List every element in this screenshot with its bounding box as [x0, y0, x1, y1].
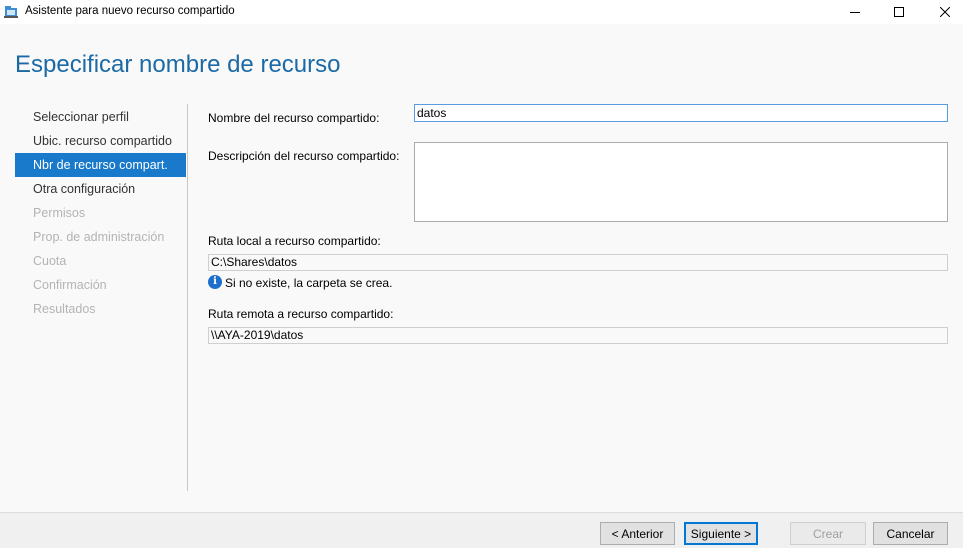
title-bar: Asistente para nuevo recurso compartido	[0, 0, 963, 24]
share-name-input[interactable]: datos	[414, 104, 948, 122]
info-icon: i	[208, 275, 222, 289]
window-title: Asistente para nuevo recurso compartido	[25, 5, 235, 17]
nav-item-confirmacion: Confirmación	[33, 278, 107, 292]
wizard-step-nav: Seleccionar perfil Ubic. recurso compart…	[15, 105, 186, 321]
nav-item-nombre-recurso[interactable]: Nbr de recurso compart.	[15, 153, 186, 177]
minimize-button[interactable]	[832, 0, 878, 24]
remote-path-field[interactable]: \\AYA-2019\datos	[208, 327, 948, 344]
nav-item-ubic-recurso[interactable]: Ubic. recurso compartido	[15, 129, 186, 153]
nav-item-resultados: Resultados	[33, 302, 96, 316]
nav-item-permisos: Permisos	[33, 206, 86, 220]
local-path-label: Ruta local a recurso compartido:	[208, 234, 381, 248]
nav-item-prop-administracion: Prop. de administración	[33, 230, 165, 244]
maximize-button[interactable]	[876, 0, 922, 24]
next-button[interactable]: Siguiente >	[684, 522, 758, 545]
nav-item-otra-configuracion[interactable]: Otra configuración	[15, 177, 186, 201]
nav-item-cuota: Cuota	[33, 254, 67, 268]
page-title: Especificar nombre de recurso	[15, 51, 341, 78]
cancel-button[interactable]: Cancelar	[873, 522, 948, 545]
previous-button[interactable]: < Anterior	[600, 522, 675, 545]
minimize-icon	[850, 12, 860, 13]
description-textarea[interactable]	[414, 142, 948, 222]
share-folder-icon	[4, 4, 19, 18]
create-button: Crear	[790, 522, 866, 545]
close-icon	[940, 7, 950, 17]
local-path-field[interactable]: C:\Shares\datos	[208, 254, 948, 271]
nav-item-seleccionar-perfil[interactable]: Seleccionar perfil	[15, 105, 186, 129]
info-text: Si no existe, la carpeta se crea.	[225, 276, 393, 290]
remote-path-label: Ruta remota a recurso compartido:	[208, 307, 394, 321]
maximize-icon	[894, 7, 904, 17]
nav-divider	[187, 104, 188, 491]
share-name-label: Nombre del recurso compartido:	[208, 111, 380, 125]
close-button[interactable]	[922, 0, 963, 24]
description-label: Descripción del recurso compartido:	[208, 149, 400, 163]
